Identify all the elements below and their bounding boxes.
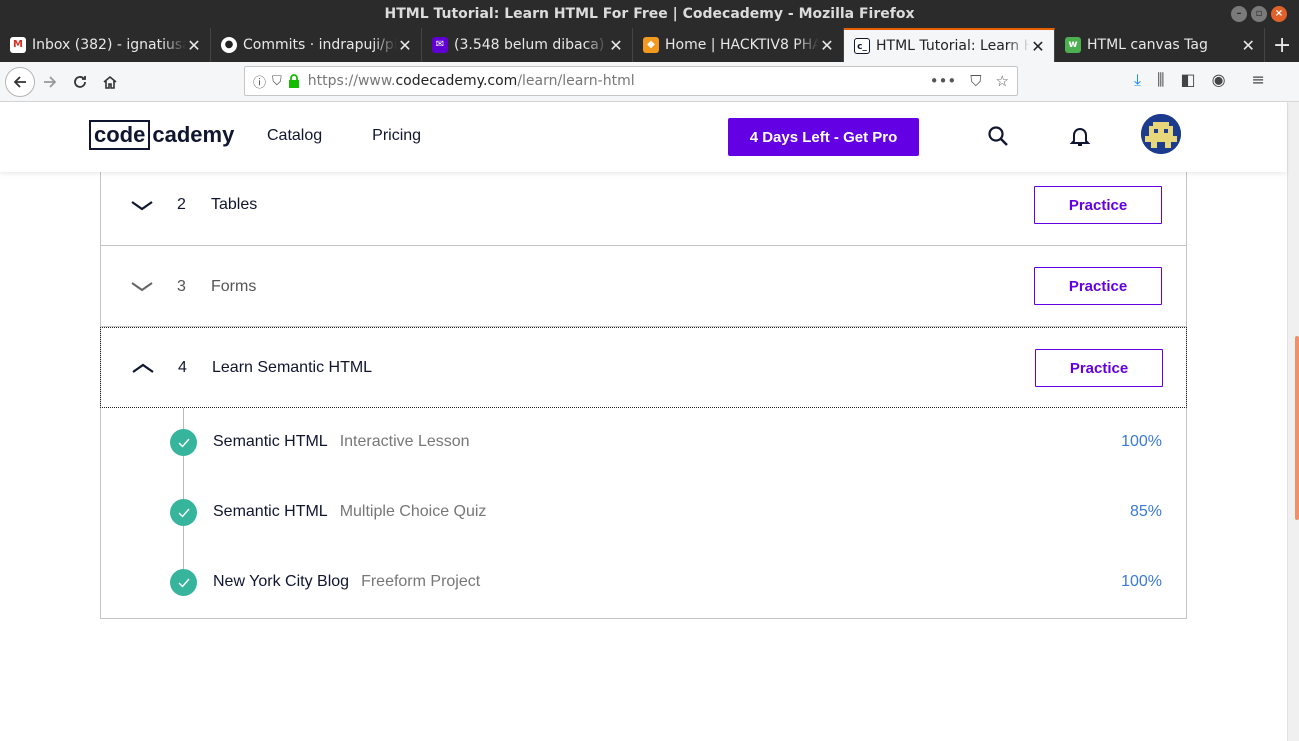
window-titlebar: HTML Tutorial: Learn HTML For Free | Cod…: [0, 0, 1299, 28]
checkmark-icon: [170, 499, 197, 526]
nav-toolbar: ⓘ ⛉ https://www.codecademy.com/learn/lea…: [0, 62, 1299, 102]
tab-label: Commits · indrapuji/pi: [243, 37, 397, 53]
site-header: code cademy Catalog Pricing 4 Days Left -…: [0, 102, 1287, 172]
tab-w3schools[interactable]: w HTML canvas Tag ✕: [1055, 28, 1266, 62]
bell-icon[interactable]: [1068, 124, 1092, 148]
tab-label: (3.548 belum dibaca) -: [454, 37, 608, 53]
module-number: 3: [177, 278, 186, 295]
back-button[interactable]: [5, 66, 35, 97]
codecademy-logo[interactable]: code cademy: [89, 120, 234, 150]
chevron-down-icon[interactable]: [130, 280, 154, 294]
lesson-title: Semantic HTML Interactive Lesson: [213, 433, 470, 450]
avatar[interactable]: [1141, 114, 1181, 154]
nav-catalog-link[interactable]: Catalog: [267, 127, 322, 145]
module-number: 2: [177, 196, 186, 213]
new-tab-button[interactable]: +: [1265, 28, 1299, 62]
tab-gmail[interactable]: M Inbox (382) - ignatiusac ✕: [0, 28, 211, 62]
search-icon[interactable]: [986, 124, 1010, 148]
home-icon: [103, 75, 117, 89]
tab-strip: M Inbox (382) - ignatiusac ✕ ● Commits ·…: [0, 28, 1299, 62]
module-row-expanded[interactable]: 4 Learn Semantic HTML Practice: [100, 327, 1187, 408]
nav-pricing-link[interactable]: Pricing: [372, 127, 421, 145]
minimize-button[interactable]: –: [1231, 6, 1247, 22]
reload-icon: [74, 75, 86, 88]
close-tab-icon[interactable]: ✕: [1240, 36, 1256, 55]
lesson-type: Interactive Lesson: [339, 433, 470, 450]
window-title: HTML Tutorial: Learn HTML For Free | Cod…: [384, 6, 915, 22]
practice-button[interactable]: Practice: [1034, 267, 1162, 305]
w3schools-icon: w: [1065, 37, 1081, 53]
url-bar[interactable]: ⓘ ⛉ https://www.codecademy.com/learn/lea…: [244, 66, 1018, 96]
lesson-progress: 85%: [1129, 503, 1162, 520]
module-number: 4: [178, 359, 187, 376]
hacktiv8-icon: ◆: [643, 37, 659, 53]
close-tab-icon[interactable]: ✕: [819, 36, 835, 55]
lesson-type: Multiple Choice Quiz: [339, 503, 487, 520]
avatar-image: [1141, 114, 1181, 154]
bookmark-star-icon[interactable]: ☆: [996, 72, 1009, 90]
tab-label: HTML canvas Tag: [1087, 37, 1208, 53]
menu-icon[interactable]: ≡: [1252, 70, 1265, 90]
lesson-list: Semantic HTML Interactive Lesson 100% Sem…: [101, 408, 1186, 618]
close-window-button[interactable]: ×: [1271, 6, 1287, 22]
page-actions-icon[interactable]: •••: [930, 72, 957, 90]
site-nav: Catalog Pricing: [267, 127, 421, 145]
forward-button[interactable]: [35, 67, 65, 97]
module-title: Learn Semantic HTML: [212, 359, 373, 376]
home-button[interactable]: [95, 67, 125, 97]
tab-yahoo-mail[interactable]: ✉ (3.548 belum dibaca) - ✕: [422, 28, 633, 62]
tab-label: Inbox (382) - ignatiusac: [32, 37, 186, 53]
gmail-icon: M: [10, 37, 26, 53]
tracking-shield-icon[interactable]: ⛉: [272, 74, 282, 89]
chevron-up-icon[interactable]: [131, 361, 155, 375]
practice-button[interactable]: Practice: [1034, 186, 1162, 224]
lesson-title: New York City Blog Freeform Project: [213, 573, 481, 590]
lesson-item[interactable]: Semantic HTML Multiple Choice Quiz 85%: [101, 497, 1186, 527]
lesson-title: Semantic HTML Multiple Choice Quiz: [213, 503, 487, 520]
url-text: https://www.codecademy.com/learn/learn-h…: [307, 73, 635, 89]
tab-label: Home | HACKTIV8 PHA: [665, 37, 819, 53]
checkmark-icon: [170, 429, 197, 456]
codecademy-icon: c_: [854, 38, 870, 54]
page-scrollbar[interactable]: [1287, 102, 1299, 741]
forward-arrow-icon: [44, 75, 57, 88]
library-icon[interactable]: ⫼: [1157, 70, 1164, 90]
pocket-icon[interactable]: ⛉: [970, 72, 981, 90]
close-tab-icon[interactable]: ✕: [1030, 37, 1046, 56]
module-title: Forms: [211, 278, 257, 295]
module-title: Tables: [211, 196, 258, 213]
lock-icon[interactable]: [288, 74, 300, 88]
lesson-item[interactable]: New York City Blog Freeform Project 100%: [101, 567, 1186, 597]
lesson-type: Freeform Project: [361, 573, 481, 590]
lesson-item[interactable]: Semantic HTML Interactive Lesson 100%: [101, 427, 1186, 457]
tab-hacktiv8[interactable]: ◆ Home | HACKTIV8 PHA ✕: [633, 28, 844, 62]
maximize-button[interactable]: ▫: [1251, 6, 1267, 22]
yahoo-mail-icon: ✉: [432, 37, 448, 53]
back-arrow-icon: [13, 75, 26, 88]
window-controls: – ▫ ×: [1231, 6, 1287, 22]
practice-button[interactable]: Practice: [1035, 349, 1163, 387]
reload-button[interactable]: [65, 67, 95, 97]
sidebar-icon[interactable]: ◧: [1180, 70, 1195, 90]
scrollbar-thumb[interactable]: [1295, 336, 1299, 520]
main-content: 2 Tables Practice 3 Forms Practice 4 Lea…: [0, 172, 1287, 741]
checkmark-icon: [170, 569, 197, 596]
chevron-down-icon[interactable]: [130, 199, 154, 213]
lesson-progress: 100%: [1121, 573, 1162, 590]
info-icon[interactable]: ⓘ: [253, 72, 266, 91]
github-icon: ●: [221, 37, 237, 53]
module-row[interactable]: 2 Tables Practice: [101, 172, 1186, 246]
tab-label: HTML Tutorial: Learn H: [876, 38, 1030, 54]
tab-codecademy[interactable]: c_ HTML Tutorial: Learn H ✕: [844, 28, 1055, 62]
close-tab-icon[interactable]: ✕: [397, 36, 413, 55]
lesson-progress: 100%: [1121, 433, 1162, 450]
close-tab-icon[interactable]: ✕: [186, 36, 202, 55]
module-row[interactable]: 3 Forms Practice: [101, 246, 1186, 327]
account-icon[interactable]: ◉: [1212, 70, 1226, 90]
close-tab-icon[interactable]: ✕: [608, 36, 624, 55]
get-pro-button[interactable]: 4 Days Left - Get Pro: [728, 118, 919, 156]
tab-github[interactable]: ● Commits · indrapuji/pi ✕: [211, 28, 422, 62]
syllabus-modules: 2 Tables Practice 3 Forms Practice 4 Lea…: [100, 172, 1187, 619]
download-icon[interactable]: ⤓: [1134, 70, 1141, 90]
